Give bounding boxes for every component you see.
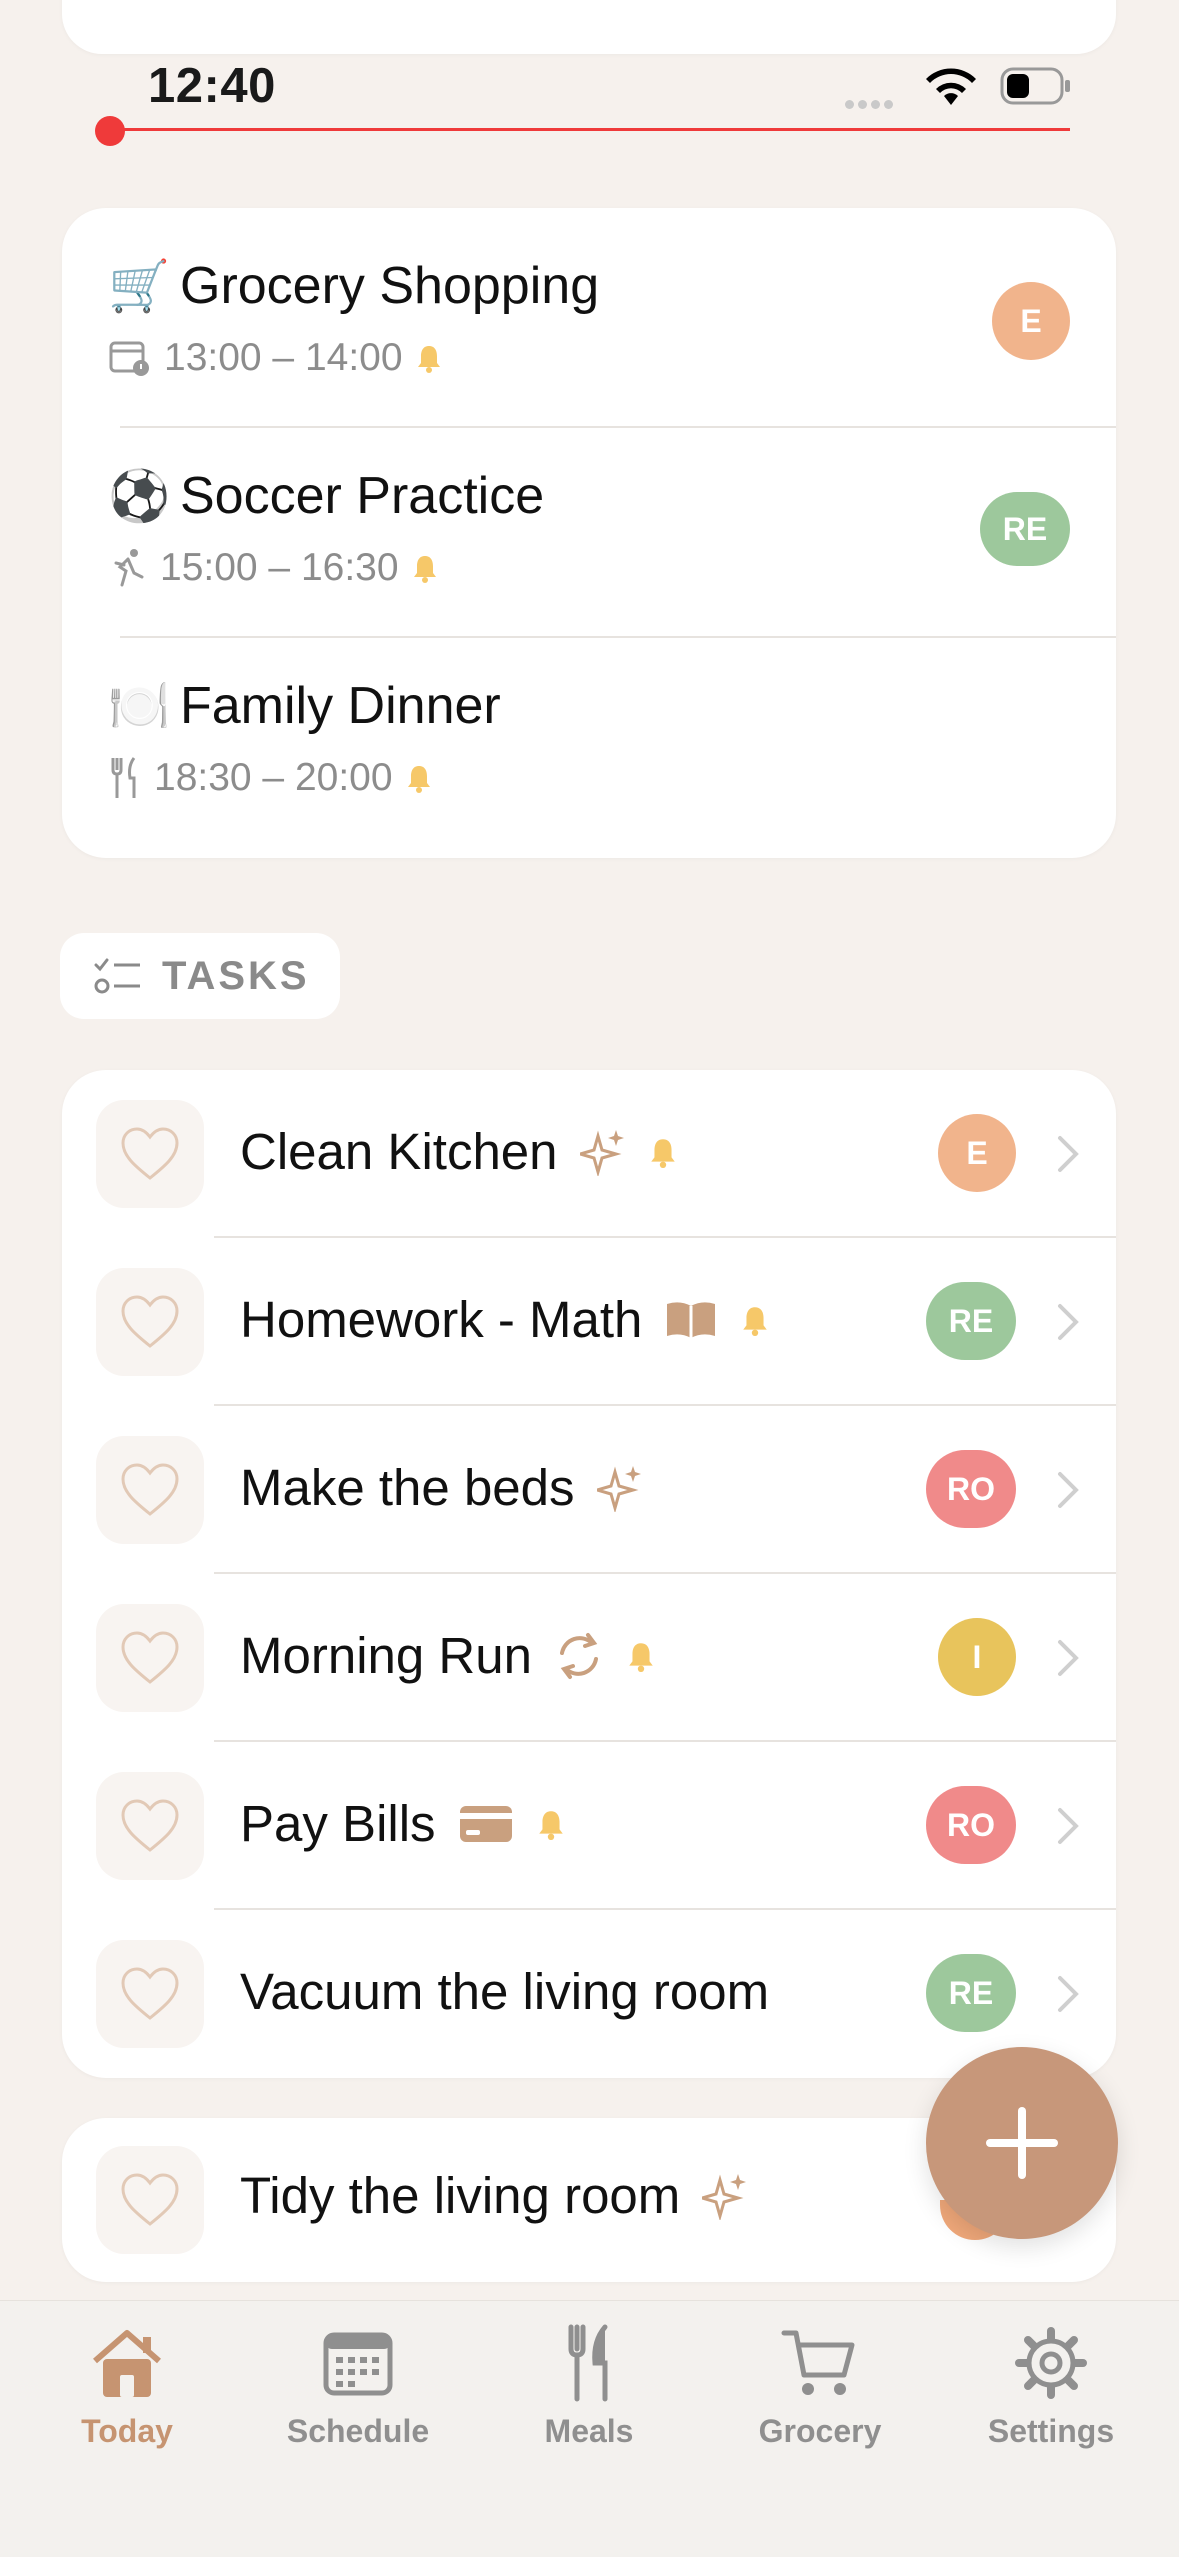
home-icon — [93, 2330, 161, 2397]
heart-button[interactable] — [96, 2146, 204, 2254]
heart-icon — [121, 1967, 179, 2020]
chevron-right-icon — [1058, 1136, 1079, 1172]
calendar-icon — [323, 2332, 393, 2396]
assignee-avatar: E — [992, 282, 1070, 360]
tab-meals[interactable]: Meals — [489, 2323, 689, 2450]
task-row[interactable]: Clean Kitchen E — [62, 1070, 1116, 1238]
tasks-section-header: TASKS — [60, 933, 340, 1019]
event-row[interactable]: ⚽ Soccer Practice 15:00 – 16:30 RE — [62, 418, 1116, 626]
tab-today[interactable]: Today — [27, 2323, 227, 2450]
task-title: Make the beds — [240, 1459, 575, 1516]
heart-button[interactable] — [96, 1604, 204, 1712]
sparkles-icon — [579, 1129, 624, 1176]
heart-button[interactable] — [96, 1436, 204, 1544]
bell-icon — [629, 1642, 653, 1672]
checklist-icon — [94, 958, 140, 994]
bell-icon — [743, 1306, 768, 1336]
tab-label: Grocery — [758, 2413, 882, 2449]
task-row[interactable]: Morning Run I — [62, 1574, 1116, 1742]
task-title: Homework - Math — [240, 1291, 643, 1348]
bell-icon — [417, 346, 440, 373]
assignee-avatar: E — [938, 1114, 1016, 1192]
sparkles-icon — [702, 2173, 747, 2220]
tab-schedule[interactable]: Schedule — [258, 2323, 458, 2450]
tab-grocery[interactable]: Grocery — [720, 2323, 920, 2450]
heart-icon — [121, 1799, 179, 1852]
chevron-right-icon — [1058, 1304, 1079, 1340]
task-row[interactable]: Homework - Math RE — [62, 1238, 1116, 1406]
assignee-avatar: RE — [926, 1954, 1016, 2032]
current-time-dot — [95, 116, 125, 146]
event-title: Grocery Shopping — [180, 257, 600, 315]
events-card: 🛒 Grocery Shopping 13:00 – 14:00 E ⚽ Socce… — [62, 208, 1116, 858]
heart-button[interactable] — [96, 1100, 204, 1208]
bell-icon — [538, 1810, 563, 1840]
heart-icon — [121, 1127, 179, 1180]
event-time: 18:30 – 20:00 — [154, 756, 393, 799]
assignee-avatar: RO — [926, 1786, 1016, 1864]
assignee-avatar: I — [938, 1618, 1016, 1696]
heart-icon — [121, 2173, 179, 2226]
fork-knife-icon — [111, 757, 136, 798]
event-title: Family Dinner — [180, 677, 501, 735]
task-row[interactable]: Make the beds RO — [62, 1406, 1116, 1574]
soccer-ball-icon: ⚽ — [108, 468, 171, 524]
plate-icon: 🍽️ — [108, 678, 171, 734]
event-title: Soccer Practice — [180, 467, 545, 525]
event-row[interactable]: 🍽️ Family Dinner 18:30 – 20:00 — [62, 628, 1116, 836]
heart-button[interactable] — [96, 1940, 204, 2048]
bell-icon — [407, 766, 430, 793]
status-time: 12:40 — [148, 59, 276, 113]
chevron-right-icon — [1058, 1472, 1079, 1508]
tasks-card: Clean Kitchen E Homework - Math RE Make … — [62, 1070, 1116, 2078]
heart-icon — [121, 1295, 179, 1348]
book-icon — [667, 1301, 716, 1338]
task-title: Tidy the living room — [240, 2167, 681, 2224]
assignee-avatar: RO — [926, 1450, 1016, 1528]
cart-icon: 🛒 — [108, 258, 171, 314]
chevron-right-icon — [1058, 1640, 1079, 1676]
chevron-right-icon — [1058, 1976, 1079, 2012]
battery-icon — [1000, 67, 1070, 105]
heart-button[interactable] — [96, 1772, 204, 1880]
tab-settings[interactable]: Settings — [951, 2323, 1151, 2450]
cellular-signal-icon — [845, 96, 905, 109]
gear-icon — [1015, 2327, 1087, 2399]
tab-bar: Today Schedule Meals Grocery Settings — [0, 2300, 1179, 2557]
add-button[interactable] — [926, 2047, 1118, 2239]
task-row[interactable]: Vacuum the living room RE — [62, 1910, 1116, 2078]
event-time: 15:00 – 16:30 — [160, 546, 399, 589]
previous-card — [62, 0, 1116, 54]
heart-icon — [121, 1631, 179, 1684]
task-row[interactable]: Pay Bills RO — [62, 1742, 1116, 1910]
cart-icon — [781, 2330, 855, 2395]
plus-icon — [986, 2107, 1058, 2179]
repeat-icon — [559, 1632, 598, 1679]
bell-icon — [650, 1138, 675, 1168]
fork-knife-icon — [568, 2324, 608, 2402]
bell-icon — [413, 556, 436, 583]
tab-label: Settings — [987, 2413, 1115, 2449]
tab-label: Meals — [544, 2413, 634, 2449]
assignee-avatar: RE — [926, 1282, 1016, 1360]
chevron-right-icon — [1058, 1808, 1079, 1844]
assignee-avatar: RE — [980, 492, 1070, 566]
heart-icon — [121, 1463, 179, 1516]
tasks-label: TASKS — [162, 953, 310, 998]
task-title: Clean Kitchen — [240, 1123, 558, 1180]
credit-card-icon — [459, 1805, 512, 1842]
task-title: Vacuum the living room — [240, 1963, 770, 2020]
task-title: Morning Run — [240, 1627, 532, 1684]
tab-label: Schedule — [286, 2413, 430, 2449]
heart-button[interactable] — [96, 1268, 204, 1376]
sparkles-icon — [596, 1465, 641, 1512]
event-row[interactable]: 🛒 Grocery Shopping 13:00 – 14:00 E — [62, 208, 1116, 416]
calendar-clock-icon — [109, 341, 149, 376]
current-time-line — [110, 128, 1070, 131]
event-time: 13:00 – 14:00 — [164, 336, 403, 379]
wifi-icon — [926, 68, 976, 105]
tab-label: Today — [81, 2413, 173, 2449]
running-icon — [114, 549, 144, 587]
task-title: Pay Bills — [240, 1795, 436, 1852]
